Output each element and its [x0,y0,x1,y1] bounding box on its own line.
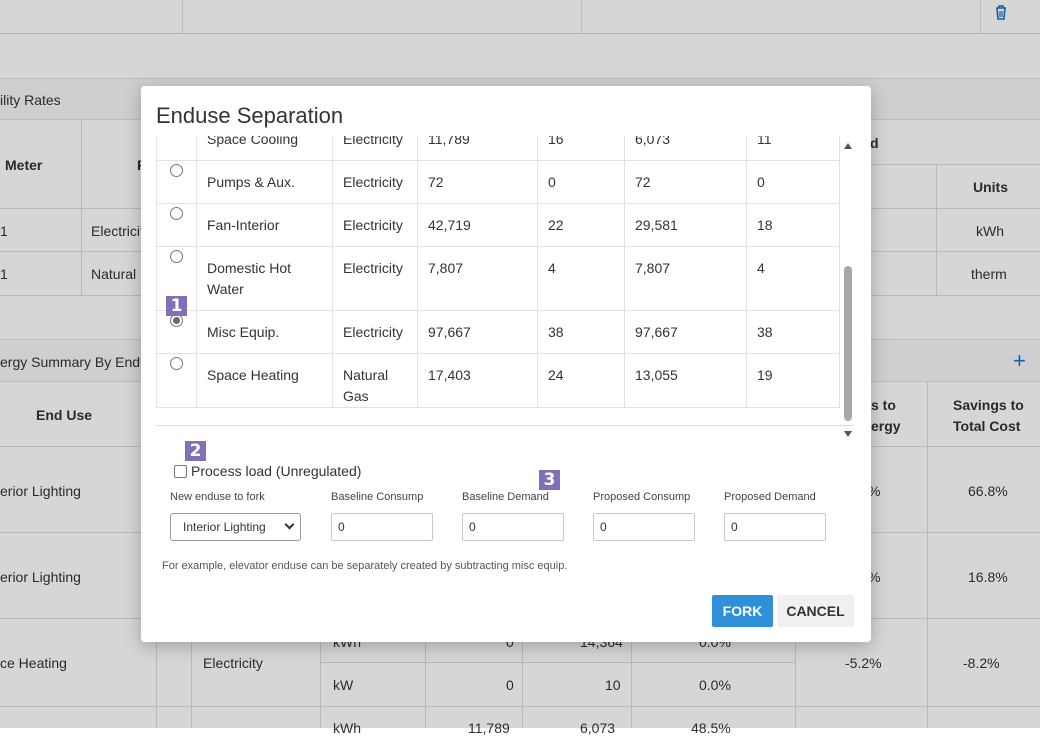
proposed-demand: 11 [746,136,840,161]
enduse-row[interactable]: Misc Equip. Electricity 97,667 38 97,667 38 [156,310,840,354]
table-scrollbar[interactable] [841,141,855,437]
enduse-row[interactable]: Space Cooling Electricity 11,789 16 6,073 11 [156,136,840,161]
proposed-demand-field: Proposed Demand 0 [724,490,826,541]
enduse-fuel: Electricity [332,136,418,161]
new-enduse-field: New enduse to fork Interior Lighting [170,490,301,541]
enduse-row[interactable]: Pumps & Aux. Electricity 72 0 72 0 [156,160,840,204]
proposed-demand: 19 [746,353,840,408]
annotation-badge-3: 3 [539,470,560,490]
baseline-demand: 22 [537,203,625,247]
proposed-consumption: 97,667 [624,310,747,354]
enduse-radio[interactable] [170,164,183,177]
baseline-demand: 16 [537,136,625,161]
new-enduse-select[interactable]: Interior Lighting [170,513,301,541]
process-load-option[interactable]: Process load (Unregulated) [174,463,361,479]
enduse-select-cell[interactable] [156,353,197,408]
enduse-radio[interactable] [170,357,183,370]
enduse-name: Misc Equip. [196,310,333,354]
fork-button[interactable]: FORK [712,595,773,627]
enduse-select-cell[interactable] [156,310,197,354]
fork-hint-text: For example, elevator enduse can be sepa… [162,560,568,572]
proposed-consump-input[interactable]: 0 [593,513,695,541]
proposed-consumption: 13,055 [624,353,747,408]
baseline-demand: 4 [537,246,625,311]
chevron-down-icon [284,519,295,530]
enduse-radio[interactable] [170,250,183,263]
enduse-name: Space Heating [196,353,333,408]
proposed-demand: 4 [746,246,840,311]
proposed-consump-field: Proposed Consump 0 [593,490,695,541]
baseline-consumption: 17,403 [417,353,538,408]
enduse-row[interactable]: Fan-Interior Electricity 42,719 22 29,581 18 [156,203,840,247]
enduse-separation-dialog: Enduse Separation Space Cooling Electrici… [141,86,871,642]
proposed-consumption: 29,581 [624,203,747,247]
scroll-up-arrow-icon[interactable] [844,143,852,149]
enduse-fuel: Electricity [332,246,418,311]
enduse-fuel: Electricity [332,310,418,354]
enduse-select-cell[interactable] [156,160,197,204]
baseline-demand-field: Baseline Demand 0 [462,490,564,541]
enduse-name: Pumps & Aux. [196,160,333,204]
enduse-select-cell[interactable] [156,203,197,247]
proposed-demand: 18 [746,203,840,247]
baseline-demand: 38 [537,310,625,354]
baseline-consumption: 11,789 [417,136,538,161]
proposed-demand: 38 [746,310,840,354]
dialog-title: Enduse Separation [156,103,344,128]
enduse-fuel: Electricity [332,160,418,204]
enduse-radio[interactable] [170,207,183,220]
baseline-consump-field: Baseline Consump 0 [331,490,433,541]
enduse-select-cell[interactable] [156,136,197,161]
baseline-consump-input[interactable]: 0 [331,513,433,541]
enduse-name: Domestic Hot Water [196,246,333,311]
baseline-consumption: 42,719 [417,203,538,247]
proposed-demand-input[interactable]: 0 [724,513,826,541]
process-load-label: Process load (Unregulated) [191,463,362,479]
enduse-row[interactable]: Domestic Hot Water Electricity 7,807 4 7,807… [156,246,840,311]
scroll-thumb[interactable] [844,266,852,421]
enduse-name: Space Cooling [196,136,333,161]
proposed-consumption: 7,807 [624,246,747,311]
enduse-row[interactable]: Space Heating Natural Gas 17,403 24 13,055 19 [156,353,840,408]
cancel-button[interactable]: CANCEL [777,595,854,627]
baseline-demand: 0 [537,160,625,204]
enduse-table: Space Cooling Electricity 11,789 16 6,073 11 P… [156,136,840,408]
proposed-demand: 0 [746,160,840,204]
annotation-badge-2: 2 [185,441,206,461]
baseline-demand: 24 [537,353,625,408]
baseline-consumption: 7,807 [417,246,538,311]
baseline-demand-input[interactable]: 0 [462,513,564,541]
scroll-down-arrow-icon[interactable] [844,431,852,437]
proposed-consumption: 72 [624,160,747,204]
enduse-name: Fan-Interior [196,203,333,247]
enduse-fuel: Natural Gas [332,353,418,408]
proposed-consumption: 6,073 [624,136,747,161]
baseline-consumption: 72 [417,160,538,204]
process-load-checkbox[interactable] [174,464,187,478]
annotation-badge-1: 1 [166,296,187,316]
enduse-table-container[interactable]: Space Cooling Electricity 11,789 16 6,073 11 P… [156,136,854,426]
baseline-consumption: 97,667 [417,310,538,354]
enduse-fuel: Electricity [332,203,418,247]
